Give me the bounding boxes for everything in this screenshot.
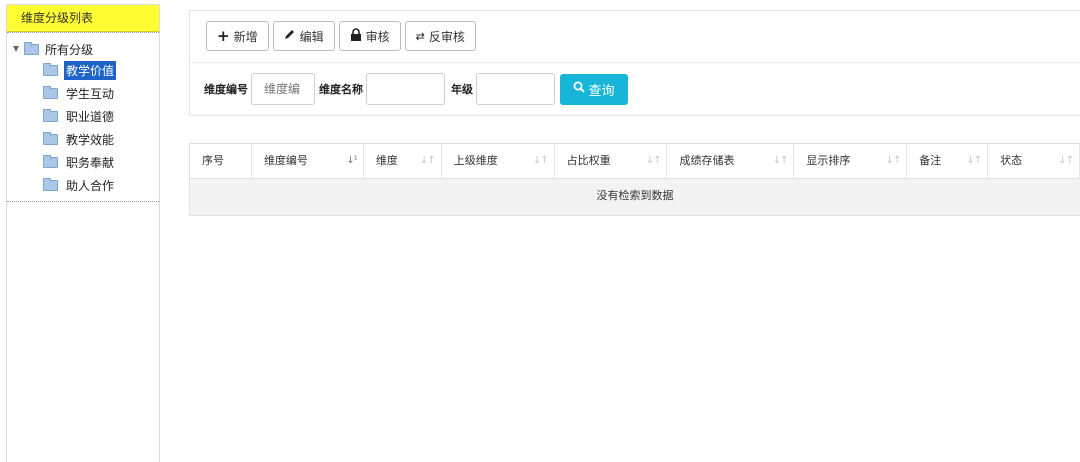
col-header-weight[interactable]: 占比权重 ↓↑ bbox=[555, 144, 668, 179]
folder-icon bbox=[43, 177, 58, 191]
sort-icon: ↓↑ bbox=[1058, 155, 1074, 166]
col-header-display-order[interactable]: 显示排序 ↓↑ bbox=[794, 144, 908, 179]
toolbar-divider bbox=[190, 62, 1080, 63]
add-button[interactable]: + 新增 bbox=[206, 21, 269, 51]
sort-icon: ↓↑ bbox=[885, 155, 901, 166]
expand-triangle-icon[interactable] bbox=[13, 46, 19, 52]
plus-icon: + bbox=[217, 27, 230, 45]
sort-icon: ↓↑ bbox=[645, 155, 662, 166]
name-label: 维度名称 bbox=[319, 83, 363, 96]
data-table: 序号 维度编号 ↓¹ 维度 ↓↑ 上级维度 ↓↑ 占比权重 ↓↑ 成绩存储表 ↓… bbox=[189, 143, 1080, 216]
search-button-label: 查询 bbox=[588, 83, 615, 99]
sort-icon: ↓↑ bbox=[532, 155, 549, 166]
unaudit-button[interactable]: ⇄ 反审核 bbox=[404, 21, 476, 51]
search-icon bbox=[573, 81, 586, 97]
swap-arrows-icon: ⇄ bbox=[415, 29, 425, 43]
col-header-remark[interactable]: 备注 ↓↑ bbox=[907, 144, 989, 179]
level-tree: 所有分级 教学价值 学生互动 职业道德 教学效能 职务奉献 助人合作 bbox=[7, 32, 159, 202]
tree-item-label: 职业道德 bbox=[66, 109, 115, 124]
tree-item-label: 学生互动 bbox=[66, 86, 115, 101]
tree-item-label: 职务奉献 bbox=[66, 155, 115, 170]
sort-icon: ↓↑ bbox=[772, 155, 789, 166]
tree-root-label: 所有分级 bbox=[45, 42, 94, 57]
tree-item-teaching-value[interactable]: 教学价值 bbox=[43, 60, 117, 80]
code-input[interactable] bbox=[251, 73, 315, 105]
sort-icon: ↓↑ bbox=[419, 155, 436, 166]
tree-item-teaching-efficacy[interactable]: 教学效能 bbox=[43, 130, 116, 148]
tree-item-label: 教学效能 bbox=[66, 132, 115, 147]
folder-icon bbox=[43, 131, 58, 145]
tree-root-node[interactable]: 所有分级 bbox=[13, 40, 93, 58]
col-header-parent[interactable]: 上级维度 ↓↑ bbox=[442, 144, 555, 179]
toolbar: + 新增 编辑 审核 ⇄ 反审核 bbox=[206, 21, 476, 51]
filter-bar: 维度编号 维度名称 年级 查询 bbox=[204, 73, 628, 105]
tree-item-label: 助人合作 bbox=[66, 178, 115, 193]
col-header-storage-table[interactable]: 成绩存储表 ↓↑ bbox=[667, 144, 795, 179]
col-header-code[interactable]: 维度编号 ↓¹ bbox=[252, 144, 364, 179]
code-label: 维度编号 bbox=[204, 83, 248, 96]
folder-icon bbox=[43, 108, 58, 122]
dimension-level-panel: 维度分级列表 所有分级 教学价值 学生互动 职业道德 教学效能 职务奉献 助人合… bbox=[6, 4, 160, 462]
edit-button-label: 编辑 bbox=[299, 29, 324, 44]
audit-button-label: 审核 bbox=[365, 29, 390, 44]
add-button-label: 新增 bbox=[233, 29, 258, 44]
unaudit-button-label: 反审核 bbox=[428, 29, 465, 44]
tree-item-helping-cooperation[interactable]: 助人合作 bbox=[43, 176, 116, 194]
col-header-dimension[interactable]: 维度 ↓↑ bbox=[364, 144, 442, 179]
edit-button[interactable]: 编辑 bbox=[272, 21, 335, 51]
sort-asc-icon: ↓¹ bbox=[346, 155, 357, 166]
pencil-icon bbox=[284, 28, 296, 44]
col-header-index[interactable]: 序号 bbox=[190, 144, 252, 179]
search-button[interactable]: 查询 bbox=[560, 73, 628, 105]
grade-label: 年级 bbox=[451, 83, 473, 96]
tree-item-student-interaction[interactable]: 学生互动 bbox=[43, 84, 116, 102]
folder-icon bbox=[43, 85, 58, 99]
name-input[interactable] bbox=[366, 73, 445, 105]
folder-icon bbox=[43, 154, 58, 168]
folder-icon bbox=[24, 41, 39, 55]
folder-icon bbox=[43, 62, 58, 76]
audit-button[interactable]: 审核 bbox=[338, 21, 401, 51]
sort-icon: ↓↑ bbox=[966, 155, 982, 166]
tree-item-duty-dedication[interactable]: 职务奉献 bbox=[43, 153, 116, 171]
panel-title: 维度分级列表 bbox=[7, 5, 159, 32]
col-header-status[interactable]: 状态 ↓↑ bbox=[988, 144, 1080, 179]
tree-item-professional-ethics[interactable]: 职业道德 bbox=[43, 107, 116, 125]
tree-item-label: 教学价值 bbox=[64, 60, 117, 80]
lock-icon bbox=[350, 27, 362, 45]
empty-message: 没有检索到数据 bbox=[190, 179, 1080, 215]
table-header: 序号 维度编号 ↓¹ 维度 ↓↑ 上级维度 ↓↑ 占比权重 ↓↑ 成绩存储表 ↓… bbox=[190, 144, 1080, 179]
grade-input[interactable] bbox=[476, 73, 555, 105]
toolbar-panel: + 新增 编辑 审核 ⇄ 反审核 维度编号 维度名称 年级 bbox=[189, 10, 1080, 116]
